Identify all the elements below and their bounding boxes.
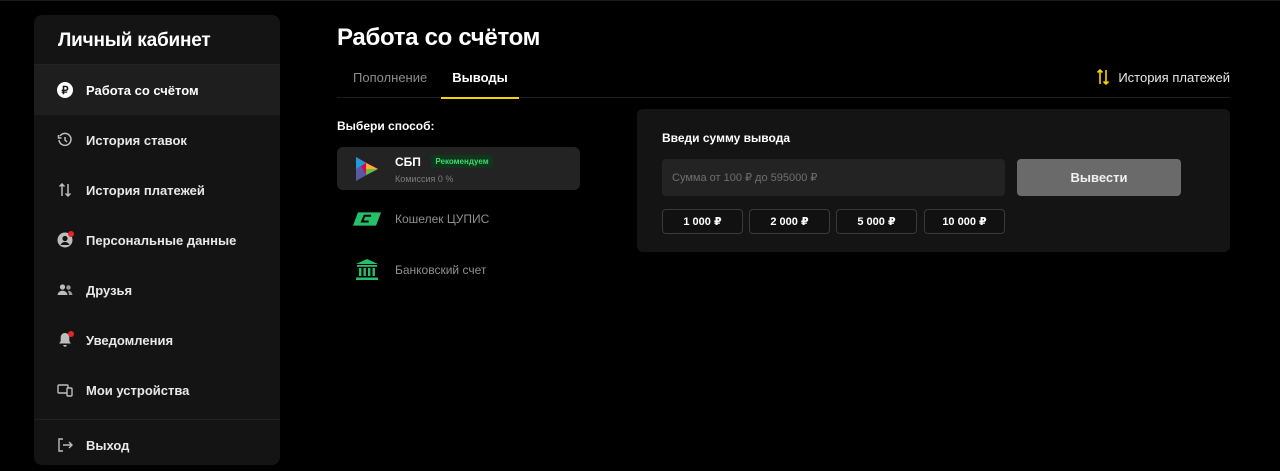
method-name: СБП <box>395 155 421 169</box>
preset-amount-button[interactable]: 1 000 ₽ <box>662 209 743 234</box>
recommended-badge: Рекомендуем <box>431 155 493 168</box>
friends-icon <box>56 281 74 299</box>
page-title: Работа со счётом <box>337 24 541 51</box>
devices-icon <box>56 381 74 399</box>
notification-dot <box>68 331 74 337</box>
sidebar: Личный кабинет ₽ Работа со счётом Истори… <box>34 15 280 465</box>
sidebar-item-friends[interactable]: Друзья <box>34 265 280 315</box>
ruble-circle-icon: ₽ <box>56 81 74 99</box>
tab-withdraw[interactable]: Выводы <box>441 70 519 99</box>
method-sbp[interactable]: СБП Рекомендуем Комиссия 0 % <box>337 147 580 190</box>
sidebar-item-account[interactable]: ₽ Работа со счётом <box>34 65 280 115</box>
sidebar-item-label: Выход <box>86 437 130 453</box>
sidebar-item-label: История платежей <box>86 182 205 198</box>
user-profile-icon <box>56 231 74 249</box>
sidebar-item-logout[interactable]: Выход <box>34 420 280 465</box>
sidebar-item-personal-data[interactable]: Персональные данные <box>34 215 280 265</box>
withdraw-button[interactable]: Вывести <box>1017 159 1181 196</box>
sbp-logo-icon <box>353 155 381 183</box>
sidebar-item-label: Уведомления <box>86 332 174 348</box>
sidebar-item-label: Работа со счётом <box>86 82 199 98</box>
tab-deposit[interactable]: Пополнение <box>353 70 427 85</box>
active-tab-underline <box>441 97 519 99</box>
preset-amount-button[interactable]: 10 000 ₽ <box>924 209 1005 234</box>
payment-history-link[interactable]: История платежей <box>1096 68 1230 86</box>
method-name: Кошелек ЦУПИС <box>395 211 490 226</box>
payment-history-label: История платежей <box>1118 69 1230 85</box>
bank-icon <box>353 256 381 284</box>
preset-amount-button[interactable]: 5 000 ₽ <box>836 209 917 234</box>
sidebar-item-payment-history[interactable]: История платежей <box>34 165 280 215</box>
top-divider <box>0 0 1280 1</box>
sidebar-title: Личный кабинет <box>34 15 280 65</box>
panel-title: Введи сумму вывода <box>662 131 790 145</box>
amount-input[interactable] <box>662 159 1005 196</box>
choose-method-label: Выбери способ: <box>337 119 435 133</box>
method-cupis-wallet[interactable]: Кошелек ЦУПИС <box>337 197 580 240</box>
preset-amount-button[interactable]: 2 000 ₽ <box>749 209 830 234</box>
svg-text:₽: ₽ <box>62 85 69 97</box>
arrows-up-down-icon <box>1096 68 1110 86</box>
sidebar-item-devices[interactable]: Мои устройства <box>34 365 280 415</box>
method-sbp-text: СБП Рекомендуем Комиссия 0 % <box>395 153 493 184</box>
notification-dot <box>68 231 74 237</box>
logout-icon <box>56 436 74 454</box>
sidebar-item-label: История ставок <box>86 132 187 148</box>
bell-icon <box>56 331 74 349</box>
sidebar-item-notifications[interactable]: Уведомления <box>34 315 280 365</box>
method-bank-account[interactable]: Банковский счет <box>337 248 580 291</box>
sidebar-item-label: Персональные данные <box>86 232 237 248</box>
sidebar-item-label: Друзья <box>86 282 133 298</box>
history-clock-icon <box>56 131 74 149</box>
method-fee: Комиссия 0 % <box>395 174 454 184</box>
method-name: Банковский счет <box>395 262 487 277</box>
cupis-wallet-icon <box>353 205 381 233</box>
sidebar-item-bet-history[interactable]: История ставок <box>34 115 280 165</box>
sidebar-item-label: Мои устройства <box>86 382 190 398</box>
tab-withdraw-label: Выводы <box>452 70 508 85</box>
withdraw-panel: Введи сумму вывода Вывести 1 000 ₽ 2 000… <box>637 109 1230 252</box>
arrows-up-down-icon <box>56 181 74 199</box>
